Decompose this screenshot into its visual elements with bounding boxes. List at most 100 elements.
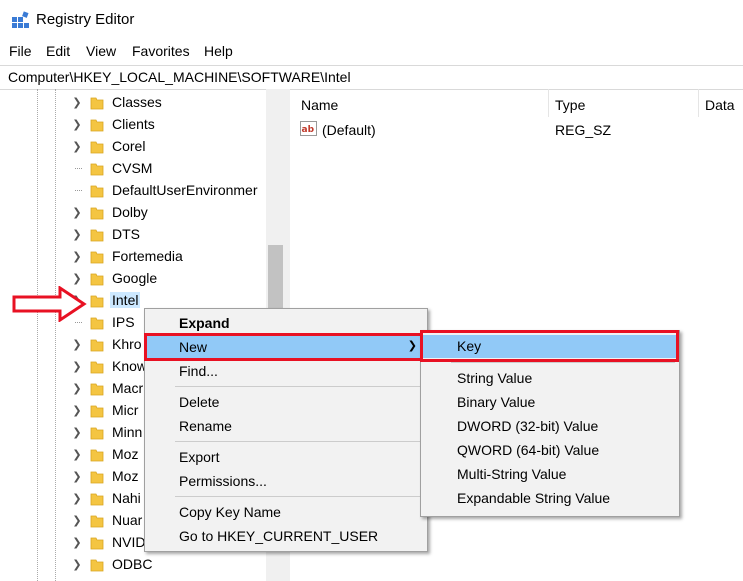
column-divider[interactable] — [698, 89, 699, 117]
folder-icon — [90, 141, 104, 154]
menu-bar: File Edit View Favorites Help — [0, 40, 743, 64]
menu-help[interactable]: Help — [204, 43, 233, 59]
menu-item-dword-value[interactable]: DWORD (32-bit) Value — [421, 415, 679, 438]
menu-item-find[interactable]: Find... — [145, 360, 427, 383]
menu-item-label: Multi-String Value — [457, 466, 567, 482]
chevron-right-icon[interactable]: ❯ — [72, 338, 82, 351]
folder-icon — [90, 493, 104, 506]
svg-text:ab: ab — [302, 125, 315, 135]
menu-item-copy-key-name[interactable]: Copy Key Name — [145, 501, 427, 524]
tree-item-label: Micr — [112, 402, 139, 418]
folder-icon — [90, 185, 104, 198]
chevron-right-icon[interactable]: ❯ — [72, 558, 82, 571]
menu-view[interactable]: View — [86, 43, 116, 59]
menu-item-label: DWORD (32-bit) Value — [457, 418, 599, 434]
tree-connector — [75, 168, 82, 169]
folder-icon — [90, 515, 104, 528]
chevron-right-icon[interactable]: ❯ — [72, 250, 82, 263]
menu-item-expand[interactable]: Expand — [145, 312, 427, 335]
column-divider[interactable] — [548, 89, 549, 117]
folder-icon — [90, 339, 104, 352]
chevron-right-icon[interactable]: ❯ — [72, 382, 82, 395]
menu-item-label: Delete — [179, 394, 220, 410]
menu-item-label: String Value — [457, 370, 533, 386]
tree-item-label: Know — [112, 358, 148, 374]
chevron-right-icon[interactable]: ❯ — [72, 470, 82, 483]
tree-item[interactable]: ❯ Corel — [0, 136, 268, 158]
menu-item-label: Expand — [179, 315, 230, 331]
column-header-type[interactable]: Type — [555, 97, 585, 113]
chevron-right-icon[interactable]: ❯ — [72, 426, 82, 439]
folder-icon — [90, 449, 104, 462]
chevron-right-icon[interactable]: ❯ — [72, 206, 82, 219]
folder-icon — [90, 559, 104, 572]
chevron-right-icon[interactable]: ❯ — [72, 536, 82, 549]
folder-icon — [90, 229, 104, 242]
chevron-right-icon[interactable]: ❯ — [72, 404, 82, 417]
tree-item[interactable]: DefaultUserEnvironmer — [0, 180, 268, 202]
menu-item-multi-string-value[interactable]: Multi-String Value — [421, 463, 679, 486]
column-header-data[interactable]: Data — [705, 97, 735, 113]
menu-item-delete[interactable]: Delete — [145, 391, 427, 414]
menu-item-label: QWORD (64-bit) Value — [457, 442, 600, 458]
folder-icon — [90, 163, 104, 176]
chevron-right-icon[interactable]: ❯ — [72, 228, 82, 241]
menu-item-permissions[interactable]: Permissions... — [145, 470, 427, 493]
tree-item-label: ODBC — [112, 556, 153, 572]
tree-item-label: Dolby — [112, 204, 148, 220]
chevron-right-icon[interactable]: ❯ — [72, 118, 82, 131]
tree-item[interactable]: ❯ DTS — [0, 224, 268, 246]
tree-item-label: Corel — [112, 138, 146, 154]
menu-item-label: Binary Value — [457, 394, 536, 410]
tree-item[interactable]: ❯ Clients — [0, 114, 268, 136]
menu-item-label: Go to HKEY_CURRENT_USER — [179, 528, 379, 544]
tree-item-label: DTS — [112, 226, 140, 242]
tree-item[interactable]: CVSM — [0, 158, 268, 180]
tree-item-label: Macr — [112, 380, 144, 396]
menu-item-expandable-string-value[interactable]: Expandable String Value — [421, 487, 679, 510]
folder-icon — [90, 119, 104, 132]
menu-edit[interactable]: Edit — [46, 43, 70, 59]
tree-item-label: Khro — [112, 336, 142, 352]
menu-item-go-to-hkcu[interactable]: Go to HKEY_CURRENT_USER — [145, 525, 427, 548]
menu-separator — [175, 386, 423, 387]
menu-item-rename[interactable]: Rename — [145, 415, 427, 438]
menu-item-export[interactable]: Export — [145, 446, 427, 469]
tree-item[interactable]: ❯ Classes — [0, 92, 268, 114]
tree-item-label: Moz — [112, 468, 139, 484]
tree-item[interactable]: ❯ ODBC — [0, 554, 268, 576]
chevron-right-icon[interactable]: ❯ — [72, 514, 82, 527]
folder-icon — [90, 427, 104, 440]
value-type: REG_SZ — [555, 122, 612, 138]
menu-favorites[interactable]: Favorites — [132, 43, 190, 59]
chevron-right-icon[interactable]: ❯ — [72, 140, 82, 153]
value-name: (Default) — [322, 122, 376, 138]
chevron-right-icon[interactable]: ❯ — [72, 448, 82, 461]
folder-icon — [90, 405, 104, 418]
address-path[interactable]: Computer\HKEY_LOCAL_MACHINE\SOFTWARE\Int… — [8, 69, 351, 85]
menu-item-string-value[interactable]: String Value — [421, 367, 679, 390]
menu-file[interactable]: File — [9, 43, 32, 59]
chevron-right-icon[interactable]: ❯ — [72, 96, 82, 109]
chevron-right-icon[interactable]: ❯ — [72, 492, 82, 505]
annotation-highlight-new — [144, 333, 426, 361]
tree-item[interactable]: ❯ Dolby — [0, 202, 268, 224]
chevron-right-icon[interactable]: ❯ — [72, 272, 82, 285]
folder-icon — [90, 97, 104, 110]
value-row[interactable]: ab (Default) REG_SZ — [298, 118, 743, 142]
menu-item-label: Find... — [179, 363, 218, 379]
address-bar[interactable]: Computer\HKEY_LOCAL_MACHINE\SOFTWARE\Int… — [0, 65, 743, 90]
tree-item-label: NVID — [112, 534, 146, 550]
chevron-right-icon[interactable]: ❯ — [72, 360, 82, 373]
folder-icon — [90, 471, 104, 484]
annotation-highlight-key — [420, 330, 679, 362]
menu-item-qword-value[interactable]: QWORD (64-bit) Value — [421, 439, 679, 462]
menu-item-binary-value[interactable]: Binary Value — [421, 391, 679, 414]
tree-item-label: DefaultUserEnvironmer — [112, 182, 258, 198]
tree-item-label: CVSM — [112, 160, 153, 176]
menu-separator — [175, 496, 423, 497]
tree-item-label: Google — [112, 270, 158, 286]
column-header-name[interactable]: Name — [301, 97, 338, 113]
tree-item[interactable]: ❯ Fortemedia — [0, 246, 268, 268]
folder-icon — [90, 317, 104, 330]
